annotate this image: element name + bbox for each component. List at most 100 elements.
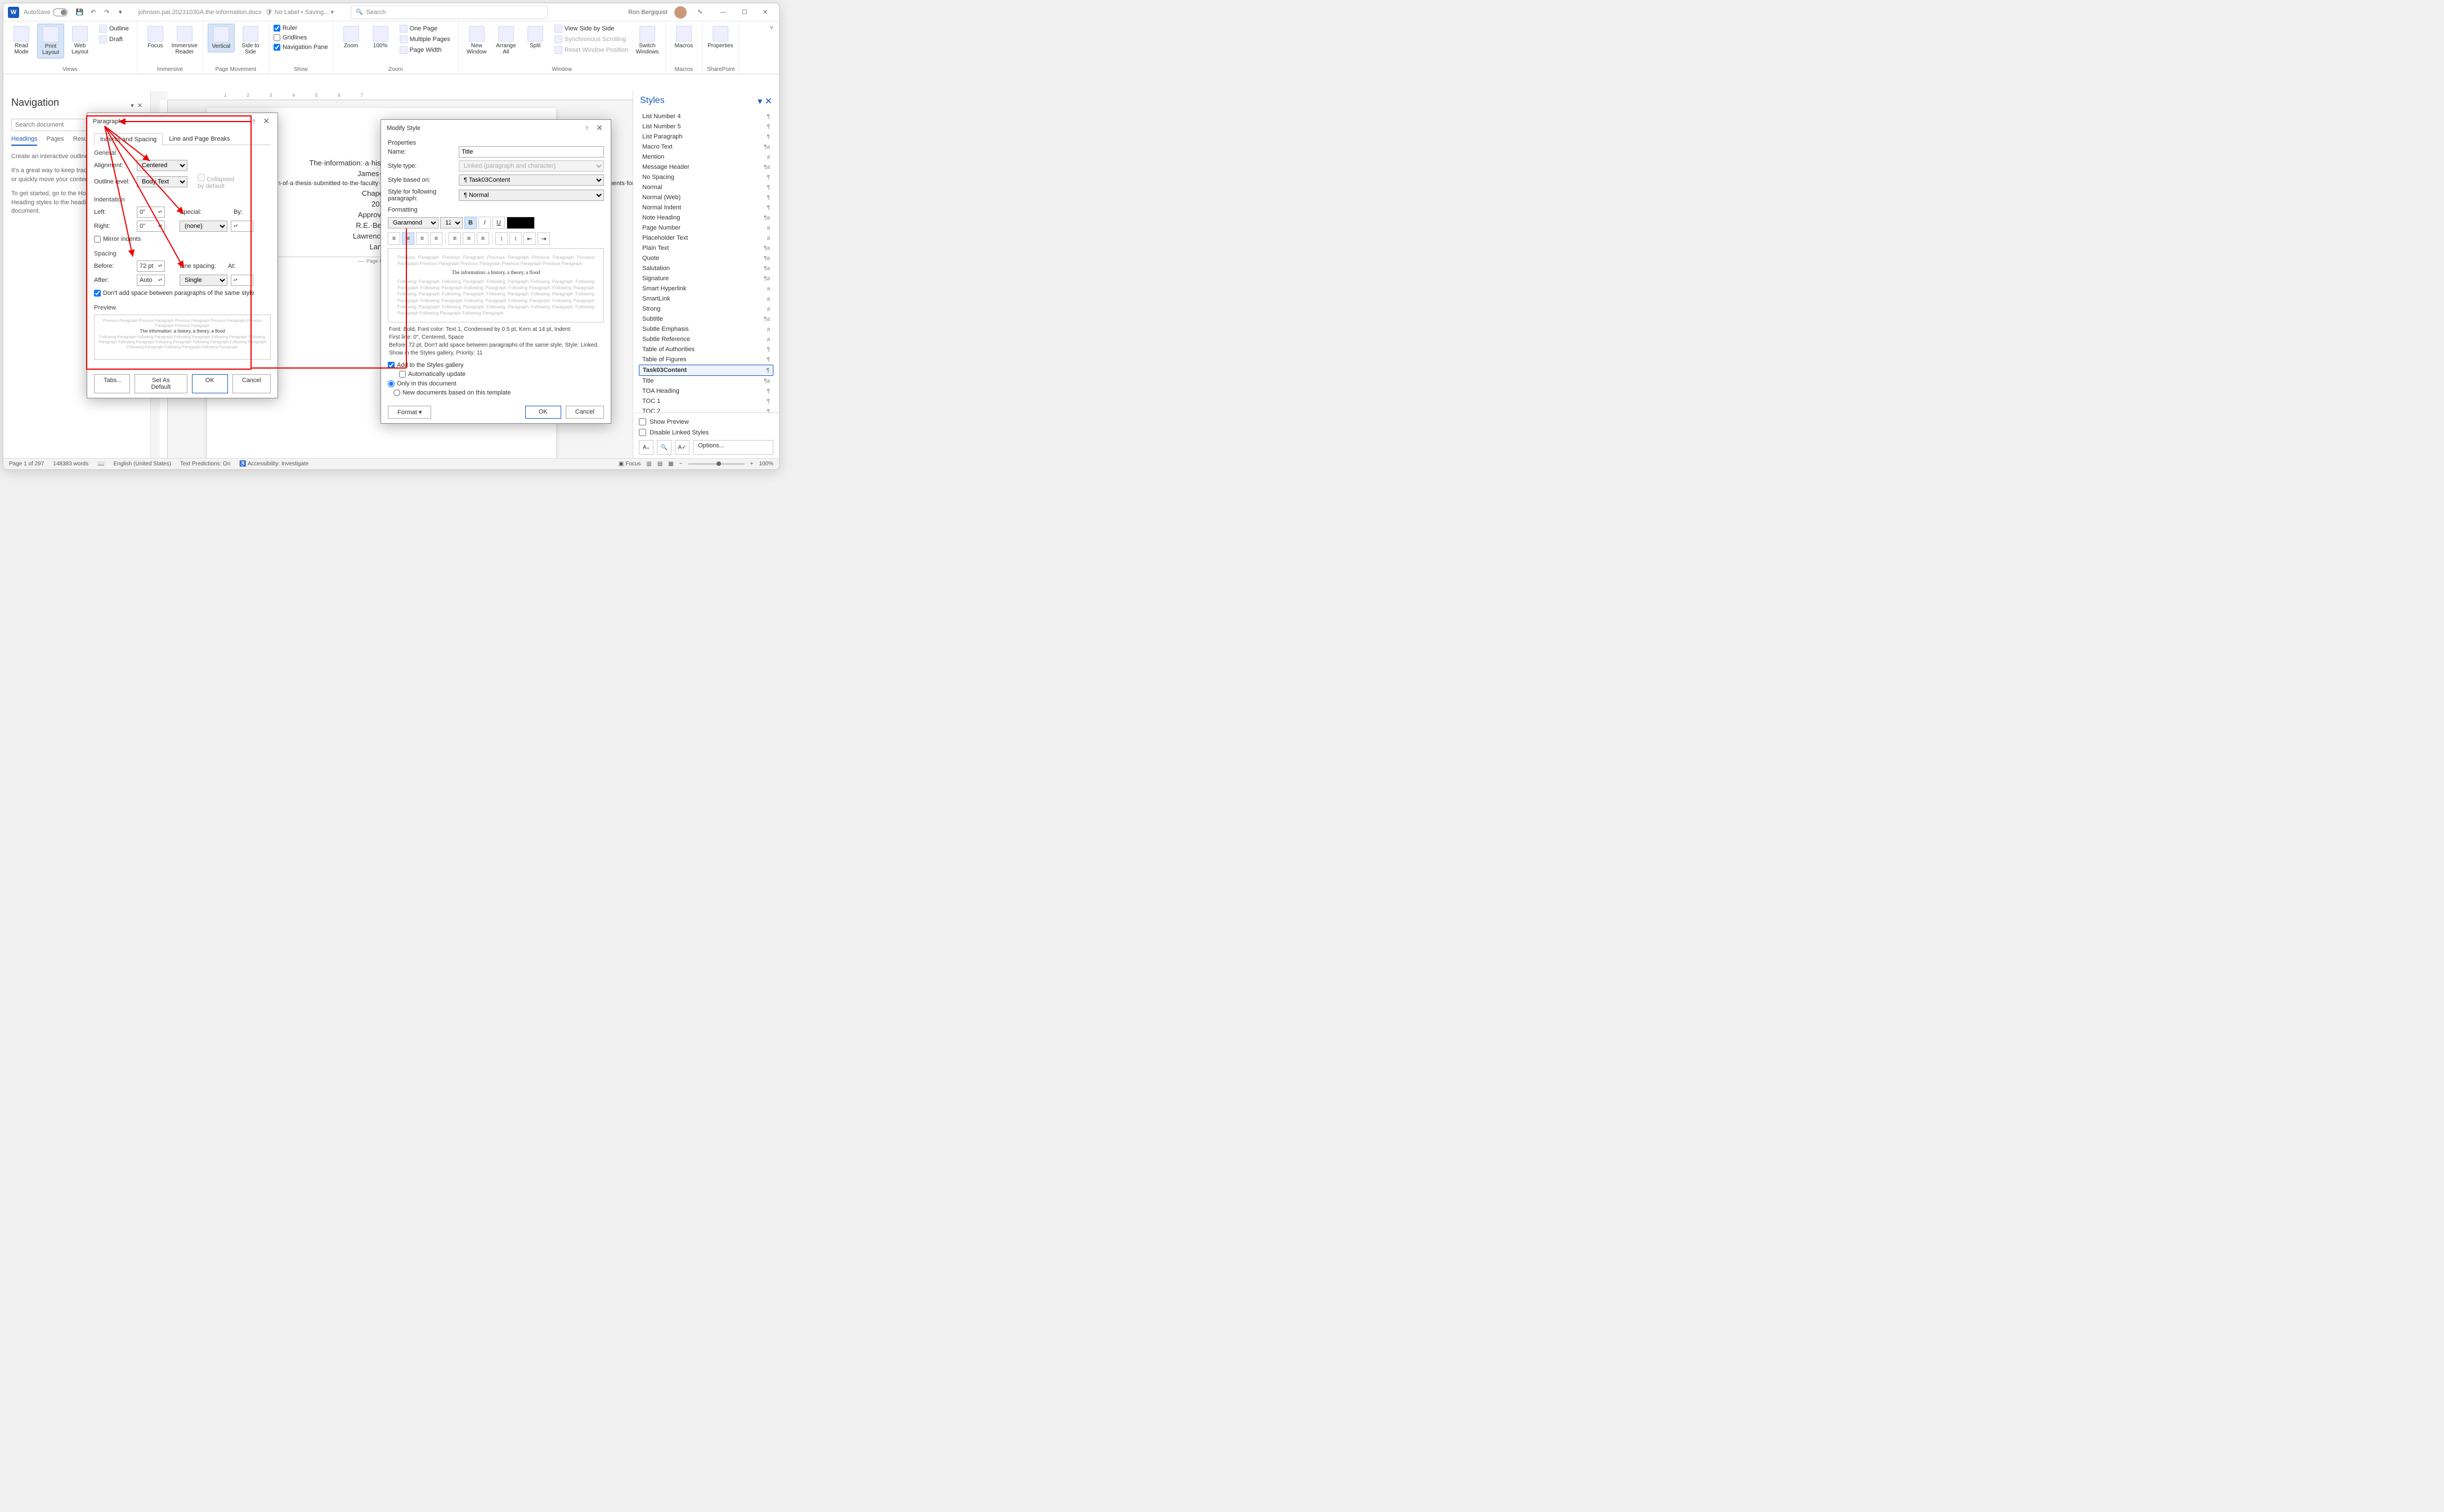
zoom-100-button[interactable]: 100% — [367, 24, 394, 51]
style-item[interactable]: TOC 1¶ — [639, 396, 773, 406]
view-read-icon[interactable]: ▤ — [657, 461, 663, 467]
new-docs-radio[interactable]: New documents based on this template — [393, 388, 511, 397]
style-item[interactable]: Subtle Referencea — [639, 334, 773, 344]
bold-button[interactable]: B — [464, 217, 477, 229]
accessibility-status[interactable]: ♿ Accessibility: Investigate — [239, 461, 308, 467]
style-inspector-button[interactable]: 🔍 — [657, 440, 672, 455]
minimize-button[interactable]: — — [714, 9, 733, 16]
special-indent-select[interactable]: (none) — [180, 221, 227, 232]
font-color-button[interactable] — [507, 217, 535, 229]
search-input[interactable]: Search — [351, 6, 548, 19]
outline-button[interactable]: Outline — [96, 24, 132, 34]
focus-button[interactable]: Focus — [142, 24, 169, 51]
style-item[interactable]: Message Header¶a — [639, 162, 773, 172]
style-item[interactable]: Normal Indent¶ — [639, 203, 773, 213]
styles-close-icon[interactable]: ✕ — [765, 97, 772, 106]
focus-mode-button[interactable]: ▣ Focus — [619, 461, 641, 467]
align-right-button[interactable]: ≡ — [416, 232, 428, 245]
line-spacing-2-button[interactable]: ≡ — [477, 232, 489, 245]
style-item[interactable]: Note Heading¶a — [639, 213, 773, 223]
split-button[interactable]: Split — [522, 24, 549, 51]
macros-button[interactable]: Macros — [670, 24, 697, 51]
read-mode-button[interactable]: Read Mode — [8, 24, 35, 57]
align-left-button[interactable]: ≡ — [388, 232, 400, 245]
maximize-button[interactable]: ☐ — [735, 9, 754, 16]
dont-add-space-checkbox[interactable]: Don't add space between paragraphs of th… — [94, 289, 271, 298]
style-item[interactable]: Placeholder Texta — [639, 233, 773, 243]
style-item[interactable]: List Paragraph¶ — [639, 132, 773, 142]
style-item[interactable]: Normal¶ — [639, 182, 773, 192]
modify-cancel-button[interactable]: Cancel — [566, 406, 604, 419]
justify-button[interactable]: ≡ — [430, 232, 442, 245]
style-item[interactable]: TOA Heading¶ — [639, 386, 773, 396]
indent-by-input[interactable] — [231, 221, 253, 232]
paragraph-close-button[interactable]: ✕ — [261, 116, 272, 125]
user-avatar[interactable] — [674, 6, 687, 19]
alignment-select[interactable]: Centered — [137, 160, 187, 171]
italic-button[interactable]: I — [478, 217, 491, 229]
indent-inc-button[interactable]: ⇥ — [538, 232, 550, 245]
style-item[interactable]: Plain Text¶a — [639, 243, 773, 253]
style-item[interactable]: No Spacing¶ — [639, 172, 773, 182]
autosave-toggle[interactable] — [53, 8, 68, 16]
view-print-icon[interactable]: ▥ — [646, 461, 651, 467]
style-item[interactable]: Table of Authorities¶ — [639, 344, 773, 355]
nav-dropdown-icon[interactable]: ▾ — [131, 102, 134, 109]
style-item[interactable]: Stronga — [639, 304, 773, 314]
redo-icon[interactable]: ↷ — [102, 8, 111, 17]
nav-tab-pages[interactable]: Pages — [46, 136, 64, 146]
horizontal-ruler[interactable]: 1234567 — [168, 91, 633, 100]
style-item[interactable]: Salutation¶a — [639, 263, 773, 273]
line-spacing-select[interactable]: Single — [180, 275, 227, 286]
side-to-side-button[interactable]: Side to Side — [237, 24, 264, 57]
add-gallery-checkbox[interactable]: Add to the Styles gallery — [388, 361, 604, 370]
help-icon[interactable]: ? — [252, 119, 255, 125]
style-item[interactable]: Quote¶a — [639, 253, 773, 263]
only-doc-radio[interactable]: Only in this document — [388, 379, 604, 388]
style-item[interactable]: Subtle Emphasisa — [639, 324, 773, 334]
modify-style-close-button[interactable]: ✕ — [594, 123, 605, 132]
style-item[interactable]: Task03Content¶ — [639, 365, 773, 376]
space-before-inc-button[interactable]: ↕ — [495, 232, 508, 245]
at-input[interactable] — [231, 275, 253, 286]
new-window-button[interactable]: New Window — [463, 24, 490, 57]
nav-tab-headings[interactable]: Headings — [11, 136, 37, 146]
zoom-in-button[interactable]: + — [750, 461, 754, 467]
undo-icon[interactable]: ↶ — [89, 8, 98, 17]
paragraph-ok-button[interactable]: OK — [192, 374, 228, 393]
multi-page-button[interactable]: Multiple Pages — [396, 34, 454, 44]
nav-close-icon[interactable]: ✕ — [137, 102, 142, 109]
view-web-icon[interactable]: ▦ — [668, 461, 673, 467]
manage-styles-button[interactable]: A✓ — [675, 440, 690, 455]
outline-level-select[interactable]: Body Text — [137, 176, 187, 187]
print-layout-button[interactable]: Print Layout — [37, 24, 64, 59]
show-preview-checkbox[interactable]: Show Preview — [639, 416, 773, 427]
style-item[interactable]: Title¶a — [639, 376, 773, 386]
underline-button[interactable]: U — [493, 217, 505, 229]
style-item[interactable]: List Number 5¶ — [639, 122, 773, 132]
spell-check-icon[interactable]: 📖 — [97, 461, 104, 467]
style-item[interactable]: List Number 4¶ — [639, 111, 773, 122]
indent-left-input[interactable]: 0" — [137, 207, 165, 218]
format-button[interactable]: Format ▾ — [388, 406, 431, 419]
navpane-checkbox[interactable]: Navigation Pane — [274, 43, 328, 52]
font-select[interactable]: Garamond — [388, 217, 438, 228]
zoom-slider[interactable] — [688, 463, 745, 465]
line-spacing-15-button[interactable]: ≡ — [463, 232, 475, 245]
arrange-all-button[interactable]: Arrange All — [493, 24, 520, 57]
vertical-button[interactable]: Vertical — [208, 24, 235, 52]
style-item[interactable]: SmartLinka — [639, 294, 773, 304]
style-item[interactable]: Normal (Web)¶ — [639, 192, 773, 203]
save-icon[interactable]: 💾 — [75, 8, 84, 17]
collapse-ribbon-icon[interactable]: ˅ — [764, 21, 779, 74]
spacing-before-input[interactable]: 72 pt — [137, 261, 165, 272]
style-item[interactable]: Macro Text¶a — [639, 142, 773, 152]
style-based-select[interactable]: ¶ Task03Content — [459, 174, 604, 186]
ruler-checkbox[interactable]: Ruler — [274, 24, 328, 33]
page-width-button[interactable]: Page Width — [396, 45, 454, 55]
style-name-input[interactable] — [459, 146, 604, 158]
switch-windows-button[interactable]: Switch Windows — [634, 24, 661, 57]
page-status[interactable]: Page 1 of 297 — [9, 461, 44, 467]
modify-ok-button[interactable]: OK — [525, 406, 561, 419]
zoom-level[interactable]: 100% — [759, 461, 773, 467]
